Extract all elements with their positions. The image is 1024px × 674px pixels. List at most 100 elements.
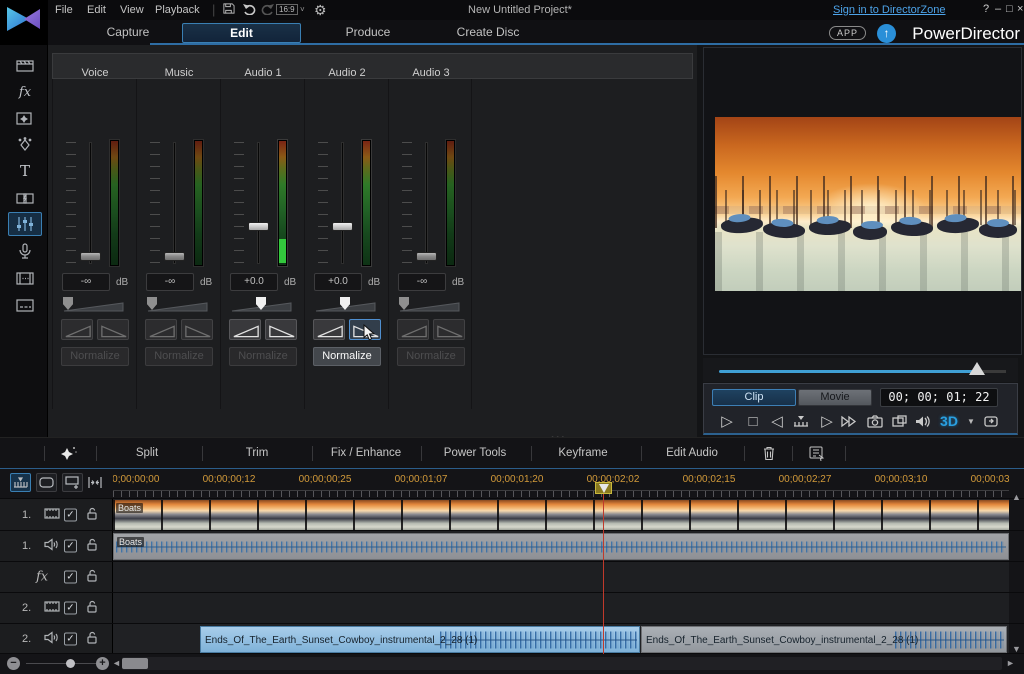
lock-icon[interactable] <box>86 507 98 523</box>
keyframe-button[interactable]: Keyframe <box>558 447 607 459</box>
undo-icon[interactable] <box>242 2 256 18</box>
scroll-right-arrow[interactable]: ► <box>1006 658 1015 668</box>
save-icon[interactable] <box>222 2 235 18</box>
signin-directorzone-link[interactable]: Sign in to DirectorZone <box>833 4 946 16</box>
fade-in-button[interactable] <box>229 319 261 340</box>
seek-handle[interactable] <box>969 362 985 375</box>
timeline-marker-button[interactable] <box>790 411 812 431</box>
db-value-field[interactable]: -∞ <box>62 273 110 291</box>
db-value-field[interactable]: +0.0 <box>314 273 362 291</box>
3d-dropdown-caret[interactable]: ▼ <box>960 411 982 431</box>
track-lane[interactable] <box>113 562 1009 592</box>
clip-mode-button[interactable]: Clip <box>712 389 796 406</box>
playhead-marker[interactable] <box>595 482 612 494</box>
add-track-icon[interactable] <box>62 473 83 492</box>
fader-handle[interactable] <box>80 252 101 261</box>
track-enable-checkbox[interactable]: ✓ <box>64 633 77 646</box>
normalize-button[interactable]: Normalize <box>313 347 381 366</box>
3d-mode-button[interactable]: 3D <box>938 411 960 431</box>
normalize-button[interactable]: Normalize <box>145 347 213 366</box>
fader-handle[interactable] <box>164 252 185 261</box>
pan-slider[interactable] <box>231 297 293 313</box>
previous-frame-button[interactable]: ◁ <box>766 411 788 431</box>
magic-tools-icon[interactable] <box>60 445 78 465</box>
settings-gear-icon[interactable]: ⚙ <box>314 2 327 19</box>
db-value-field[interactable]: -∞ <box>398 273 446 291</box>
lock-icon[interactable] <box>86 538 98 554</box>
track-enable-checkbox[interactable]: ✓ <box>64 602 77 615</box>
particle-room-icon[interactable] <box>14 135 36 155</box>
effect-room-icon[interactable]: fx <box>14 82 36 102</box>
track-enable-checkbox[interactable]: ✓ <box>64 508 77 521</box>
menu-playback[interactable]: Playback <box>155 4 200 16</box>
pan-slider[interactable] <box>399 297 461 313</box>
music-clip-2[interactable]: Ends_Of_The_Earth_Sunset_Cowboy_instrume… <box>641 626 1007 653</box>
track-lane[interactable] <box>113 593 1009 623</box>
produce-range-icon[interactable] <box>808 445 825 464</box>
movie-mode-button[interactable]: Movie <box>798 389 872 406</box>
app-badge[interactable]: APP <box>829 26 866 40</box>
timeline-ruler[interactable]: 00;00;00;00 00;00;00;12 00;00;00;25 00;0… <box>113 469 1009 498</box>
fade-in-button[interactable] <box>61 319 93 340</box>
volume-button[interactable] <box>912 411 934 431</box>
menu-view[interactable]: View <box>120 4 144 16</box>
snap-toggle-icon[interactable] <box>84 473 105 492</box>
lock-icon[interactable] <box>86 600 98 616</box>
fast-forward-button[interactable] <box>838 411 860 431</box>
pan-slider[interactable] <box>315 297 377 313</box>
lock-icon[interactable] <box>86 631 98 647</box>
scroll-up-arrow[interactable]: ▲ <box>1010 491 1023 503</box>
fade-out-button[interactable] <box>433 319 465 340</box>
chapter-room-icon[interactable] <box>14 268 36 288</box>
fade-in-button[interactable] <box>313 319 345 340</box>
tab-edit[interactable]: Edit <box>182 23 301 43</box>
scrollbar-thumb[interactable] <box>122 658 148 669</box>
aspect-ratio-selector[interactable]: 16:9 <box>276 4 298 15</box>
fader-handle[interactable] <box>416 252 437 261</box>
trim-button[interactable]: Trim <box>246 447 269 459</box>
track-manager-icon[interactable] <box>10 473 31 492</box>
timecode-display[interactable]: 00; 00; 01; 22 <box>880 388 998 407</box>
video-clip-boats[interactable]: Boats <box>113 500 1009 530</box>
transition-room-icon[interactable] <box>14 188 36 208</box>
horizontal-scrollbar[interactable] <box>122 657 1002 670</box>
db-value-field[interactable]: -∞ <box>146 273 194 291</box>
tab-produce[interactable]: Produce <box>318 23 418 43</box>
fader-track[interactable] <box>341 142 344 264</box>
fader-handle[interactable] <box>248 222 269 231</box>
fade-out-button[interactable] <box>265 319 297 340</box>
next-frame-button[interactable]: ▷ <box>816 411 838 431</box>
zoom-slider-handle[interactable] <box>66 659 75 668</box>
audio-mixing-room-icon[interactable] <box>8 212 42 236</box>
fade-in-button[interactable] <box>397 319 429 340</box>
pip-objects-room-icon[interactable] <box>14 108 36 128</box>
track-enable-checkbox[interactable]: ✓ <box>64 571 77 584</box>
edit-audio-button[interactable]: Edit Audio <box>666 447 718 459</box>
fade-in-button[interactable] <box>145 319 177 340</box>
zoom-out-button[interactable]: − <box>7 657 20 670</box>
aspect-caret-icon[interactable]: ˅ <box>300 5 305 14</box>
voiceover-room-icon[interactable] <box>14 241 36 261</box>
preview-window-button[interactable] <box>888 411 910 431</box>
undock-button[interactable] <box>980 411 1002 431</box>
fader-track[interactable] <box>173 142 176 264</box>
delete-trash-icon[interactable] <box>762 445 776 464</box>
fix-enhance-button[interactable]: Fix / Enhance <box>331 447 401 459</box>
track-lane[interactable]: Boats <box>113 499 1009 530</box>
view-mode-icon[interactable] <box>36 473 57 492</box>
maximize-button[interactable]: □ <box>1006 3 1013 15</box>
menu-file[interactable]: File <box>55 4 73 16</box>
upgrade-arrow-icon[interactable]: ↑ <box>877 24 896 43</box>
track-lane[interactable]: Ends_Of_The_Earth_Sunset_Cowboy_instrume… <box>113 624 1009 654</box>
db-value-field[interactable]: +0.0 <box>230 273 278 291</box>
media-room-icon[interactable] <box>14 55 36 75</box>
title-room-icon[interactable]: T <box>14 161 36 181</box>
menu-edit[interactable]: Edit <box>87 4 106 16</box>
play-button[interactable]: ▷ <box>716 411 738 431</box>
normalize-button[interactable]: Normalize <box>61 347 129 366</box>
scroll-left-arrow[interactable]: ◄ <box>112 658 121 668</box>
split-button[interactable]: Split <box>136 447 158 459</box>
close-button[interactable]: × <box>1017 3 1023 15</box>
normalize-button[interactable]: Normalize <box>229 347 297 366</box>
music-clip-selected[interactable]: Ends_Of_The_Earth_Sunset_Cowboy_instrume… <box>200 626 640 653</box>
